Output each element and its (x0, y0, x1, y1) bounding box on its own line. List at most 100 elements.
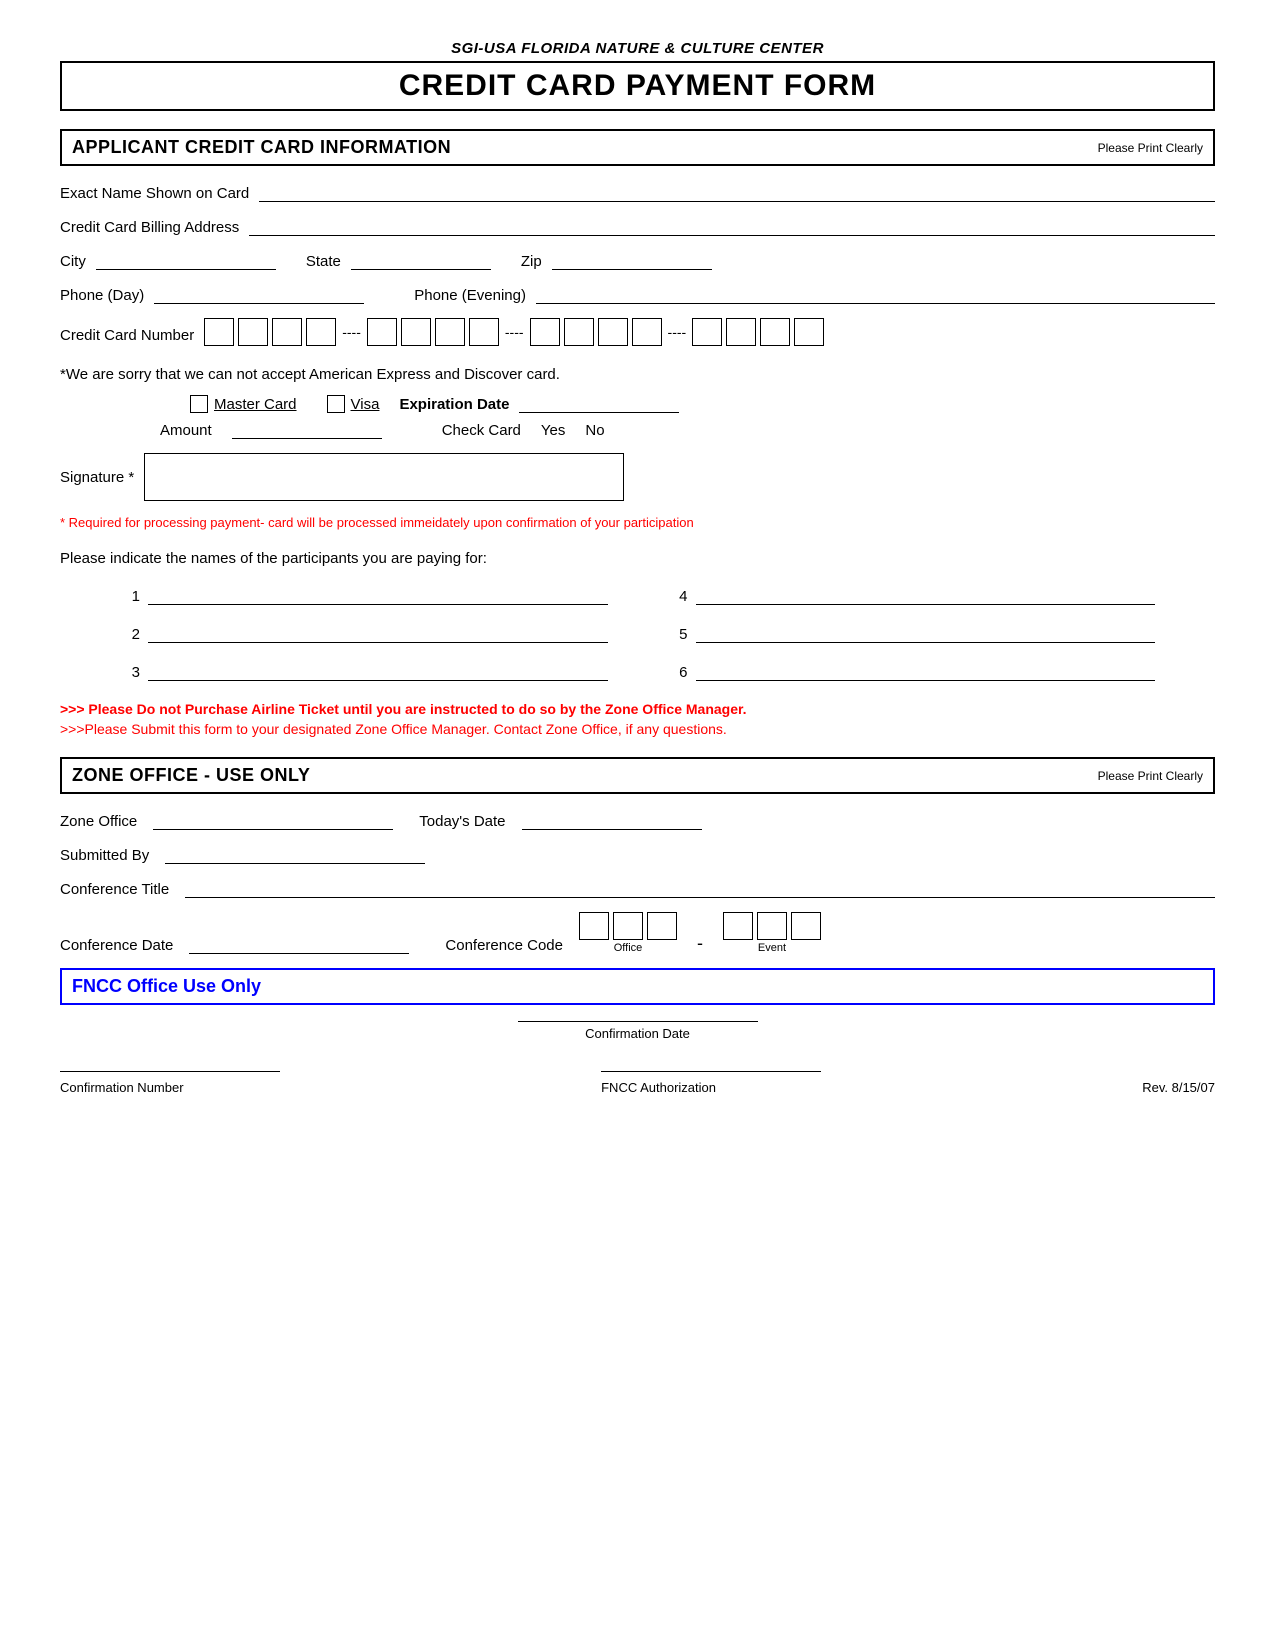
section1-header: APPLICANT CREDIT CARD INFORMATION Please… (60, 129, 1215, 166)
city-input[interactable] (96, 250, 276, 270)
bottom-row: Confirmation Number FNCC Authorization R… (60, 1071, 1215, 1095)
warning1: >>> Please Do not Purchase Airline Ticke… (60, 701, 1215, 717)
fncc-title: FNCC Office Use Only (72, 976, 261, 996)
participant-5-input[interactable] (696, 623, 1156, 643)
conference-title-label: Conference Title (60, 881, 169, 898)
section2-note: Please Print Clearly (1098, 769, 1203, 783)
participant-4-input[interactable] (696, 585, 1156, 605)
submitted-by-input[interactable] (165, 844, 425, 864)
conference-code-label: Conference Code (445, 937, 563, 954)
expiration-label: Expiration Date (399, 396, 509, 413)
zip-input[interactable] (552, 250, 712, 270)
phone-day-label: Phone (Day) (60, 287, 144, 304)
mastercard-checkbox[interactable] (190, 395, 208, 413)
state-input[interactable] (351, 250, 491, 270)
todays-date-input[interactable] (522, 810, 702, 830)
exact-name-input[interactable] (259, 182, 1215, 202)
confirmation-date-line[interactable] (518, 1021, 758, 1022)
city-label: City (60, 253, 86, 270)
yes-label: Yes (541, 422, 565, 439)
conf-code-event-boxes (723, 912, 821, 940)
required-note: * Required for processing payment- card … (60, 515, 1215, 530)
cc-box-10[interactable] (564, 318, 594, 346)
fncc-auth-item: FNCC Authorization (601, 1071, 821, 1095)
exact-name-row: Exact Name Shown on Card (60, 182, 1215, 202)
cc-box-13[interactable] (692, 318, 722, 346)
conference-code-office-group: Office (579, 912, 677, 954)
participant-1-input[interactable] (148, 585, 608, 605)
signature-input[interactable] (144, 453, 624, 501)
cc-box-1[interactable] (204, 318, 234, 346)
amount-row: Amount Check Card Yes No (60, 419, 1215, 439)
visa-checkbox[interactable] (327, 395, 345, 413)
cc-dash-3: ---- (668, 324, 687, 340)
cc-box-5[interactable] (367, 318, 397, 346)
conf-event-box-3[interactable] (791, 912, 821, 940)
conf-office-box-2[interactable] (613, 912, 643, 940)
cc-box-2[interactable] (238, 318, 268, 346)
amount-input[interactable] (232, 419, 382, 439)
signature-label: Signature * (60, 469, 134, 486)
card-type-row: Master Card Visa Expiration Date (60, 393, 1215, 413)
no-label: No (585, 422, 604, 439)
participant-6-input[interactable] (696, 661, 1156, 681)
conference-code-event-group: Event (723, 912, 821, 954)
amex-note: *We are sorry that we can not accept Ame… (60, 366, 1215, 383)
conference-date-input[interactable] (189, 934, 409, 954)
participant-3-input[interactable] (148, 661, 608, 681)
billing-address-input[interactable] (249, 216, 1215, 236)
conference-title-input[interactable] (185, 878, 1215, 898)
participant-2-num: 2 (120, 626, 140, 643)
billing-address-label: Credit Card Billing Address (60, 219, 239, 236)
conference-date-label: Conference Date (60, 937, 173, 954)
phone-day-input[interactable] (154, 284, 364, 304)
participant-4-row: 4 (668, 585, 1156, 605)
submitted-by-label: Submitted By (60, 847, 149, 864)
cc-box-11[interactable] (598, 318, 628, 346)
phone-evening-label: Phone (Evening) (414, 287, 526, 304)
cc-box-9[interactable] (530, 318, 560, 346)
confirmation-number-item: Confirmation Number (60, 1071, 280, 1095)
conf-event-box-2[interactable] (757, 912, 787, 940)
cc-number-label: Credit Card Number (60, 327, 194, 344)
confirmation-number-line[interactable] (60, 1071, 280, 1072)
cc-box-12[interactable] (632, 318, 662, 346)
zone-office-input[interactable] (153, 810, 393, 830)
confirmation-date-area: Confirmation Date (518, 1021, 758, 1041)
conf-office-box-1[interactable] (579, 912, 609, 940)
exact-name-label: Exact Name Shown on Card (60, 185, 249, 202)
mastercard-area: Master Card (190, 395, 297, 413)
event-label: Event (758, 942, 786, 954)
cc-box-14[interactable] (726, 318, 756, 346)
todays-date-label: Today's Date (419, 813, 505, 830)
phone-evening-input[interactable] (536, 284, 1215, 304)
conf-office-box-3[interactable] (647, 912, 677, 940)
cc-box-15[interactable] (760, 318, 790, 346)
participant-2-row: 2 (120, 623, 608, 643)
expiration-input[interactable] (519, 393, 679, 413)
cc-box-4[interactable] (306, 318, 336, 346)
conf-event-box-1[interactable] (723, 912, 753, 940)
amex-note-text: *We are sorry that we can not accept Ame… (60, 366, 560, 383)
section1-title: APPLICANT CREDIT CARD INFORMATION (72, 137, 451, 158)
cc-box-16[interactable] (794, 318, 824, 346)
conf-code-dash: - (697, 933, 703, 954)
fncc-auth-line[interactable] (601, 1071, 821, 1072)
billing-address-row: Credit Card Billing Address (60, 216, 1215, 236)
zone-office-row: Zone Office Today's Date (60, 810, 1215, 830)
cc-box-7[interactable] (435, 318, 465, 346)
visa-area: Visa (327, 395, 380, 413)
participant-2-input[interactable] (148, 623, 608, 643)
section1-note: Please Print Clearly (1098, 141, 1203, 155)
city-state-zip-row: City State Zip (60, 250, 1215, 270)
amount-label: Amount (160, 422, 212, 439)
conference-date-row: Conference Date Conference Code Office -… (60, 912, 1215, 954)
cc-box-3[interactable] (272, 318, 302, 346)
cc-number-row: Credit Card Number ---- ---- ---- (60, 318, 1215, 352)
cc-box-6[interactable] (401, 318, 431, 346)
phone-row: Phone (Day) Phone (Evening) (60, 284, 1215, 304)
confirmation-date-label: Confirmation Date (518, 1026, 758, 1041)
rev-label: Rev. 8/15/07 (1142, 1080, 1215, 1095)
cc-box-8[interactable] (469, 318, 499, 346)
zone-office-label: Zone Office (60, 813, 137, 830)
